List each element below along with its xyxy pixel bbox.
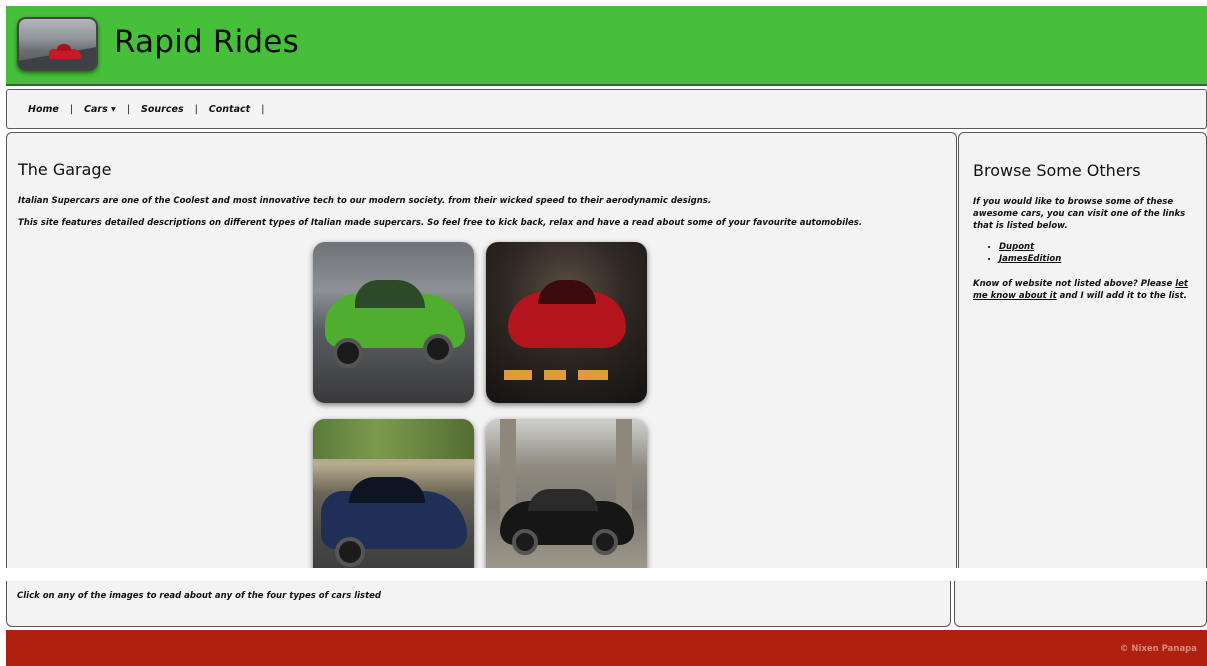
- logo-car: [49, 44, 81, 59]
- main-nav: Home | Cars ▾ | Sources | Contact |: [6, 89, 1207, 129]
- nav-item-home[interactable]: Home: [28, 104, 59, 115]
- list-item: Dupont: [999, 241, 1061, 253]
- car-image-green-supercar[interactable]: [313, 242, 474, 403]
- note-suffix: and I will add it to the list.: [1056, 291, 1187, 301]
- sidebar-bottom-panel: [954, 581, 1207, 627]
- nav-separator: |: [126, 103, 131, 115]
- nav-item-cars[interactable]: Cars ▾: [84, 104, 116, 115]
- nav-separator: |: [194, 103, 198, 115]
- site-title: Rapid Rides: [114, 24, 299, 60]
- site-logo[interactable]: [17, 17, 98, 71]
- link-dupont[interactable]: Dupont: [999, 242, 1034, 252]
- floor-light: [578, 370, 608, 380]
- sidebar: Browse Some Others If you would like to …: [958, 132, 1207, 568]
- main-heading: The Garage: [18, 160, 112, 179]
- content-gap: [6, 568, 1207, 581]
- car-wheel: [335, 537, 365, 567]
- site-header: Rapid Rides: [6, 6, 1207, 86]
- sidebar-intro: If you would like to browse some of thes…: [973, 197, 1186, 231]
- nav-item-contact[interactable]: Contact: [209, 104, 250, 115]
- caption-panel: Click on any of the images to read about…: [6, 581, 951, 627]
- sidebar-link-list: Dupont JamesEdition: [973, 241, 1061, 265]
- nav-separator: |: [69, 103, 74, 115]
- site-footer: © Nixen Panapa: [6, 630, 1207, 666]
- sidebar-heading: Browse Some Others: [973, 161, 1141, 180]
- intro-paragraph: Italian Supercars are one of the Coolest…: [18, 196, 712, 206]
- link-jamesedition[interactable]: JamesEdition: [999, 254, 1061, 264]
- list-item: JamesEdition: [999, 253, 1061, 265]
- car-image-blue-supercar[interactable]: [313, 419, 474, 568]
- sidebar-note: Know of website not listed above? Please…: [973, 278, 1201, 302]
- car-wheel: [592, 529, 618, 555]
- floor-light: [504, 370, 532, 380]
- copyright-text: © Nixen Panapa: [1119, 644, 1197, 654]
- car-image-black-supercar[interactable]: [486, 419, 647, 568]
- car-wheel: [423, 334, 453, 364]
- nav-separator: |: [261, 103, 265, 115]
- main-content: The Garage Italian Supercars are one of …: [6, 132, 957, 568]
- description-paragraph: This site features detailed descriptions…: [18, 218, 863, 228]
- nav-item-sources[interactable]: Sources: [141, 104, 184, 115]
- note-prefix: Know of website not listed above? Please: [973, 279, 1176, 289]
- car-wheel: [512, 529, 538, 555]
- background-trees: [313, 419, 474, 459]
- car-body: [508, 280, 626, 348]
- car-wheel: [333, 338, 363, 368]
- image-caption: Click on any of the images to read about…: [17, 591, 382, 601]
- floor-light: [544, 370, 566, 380]
- car-image-red-supercar[interactable]: [486, 242, 647, 403]
